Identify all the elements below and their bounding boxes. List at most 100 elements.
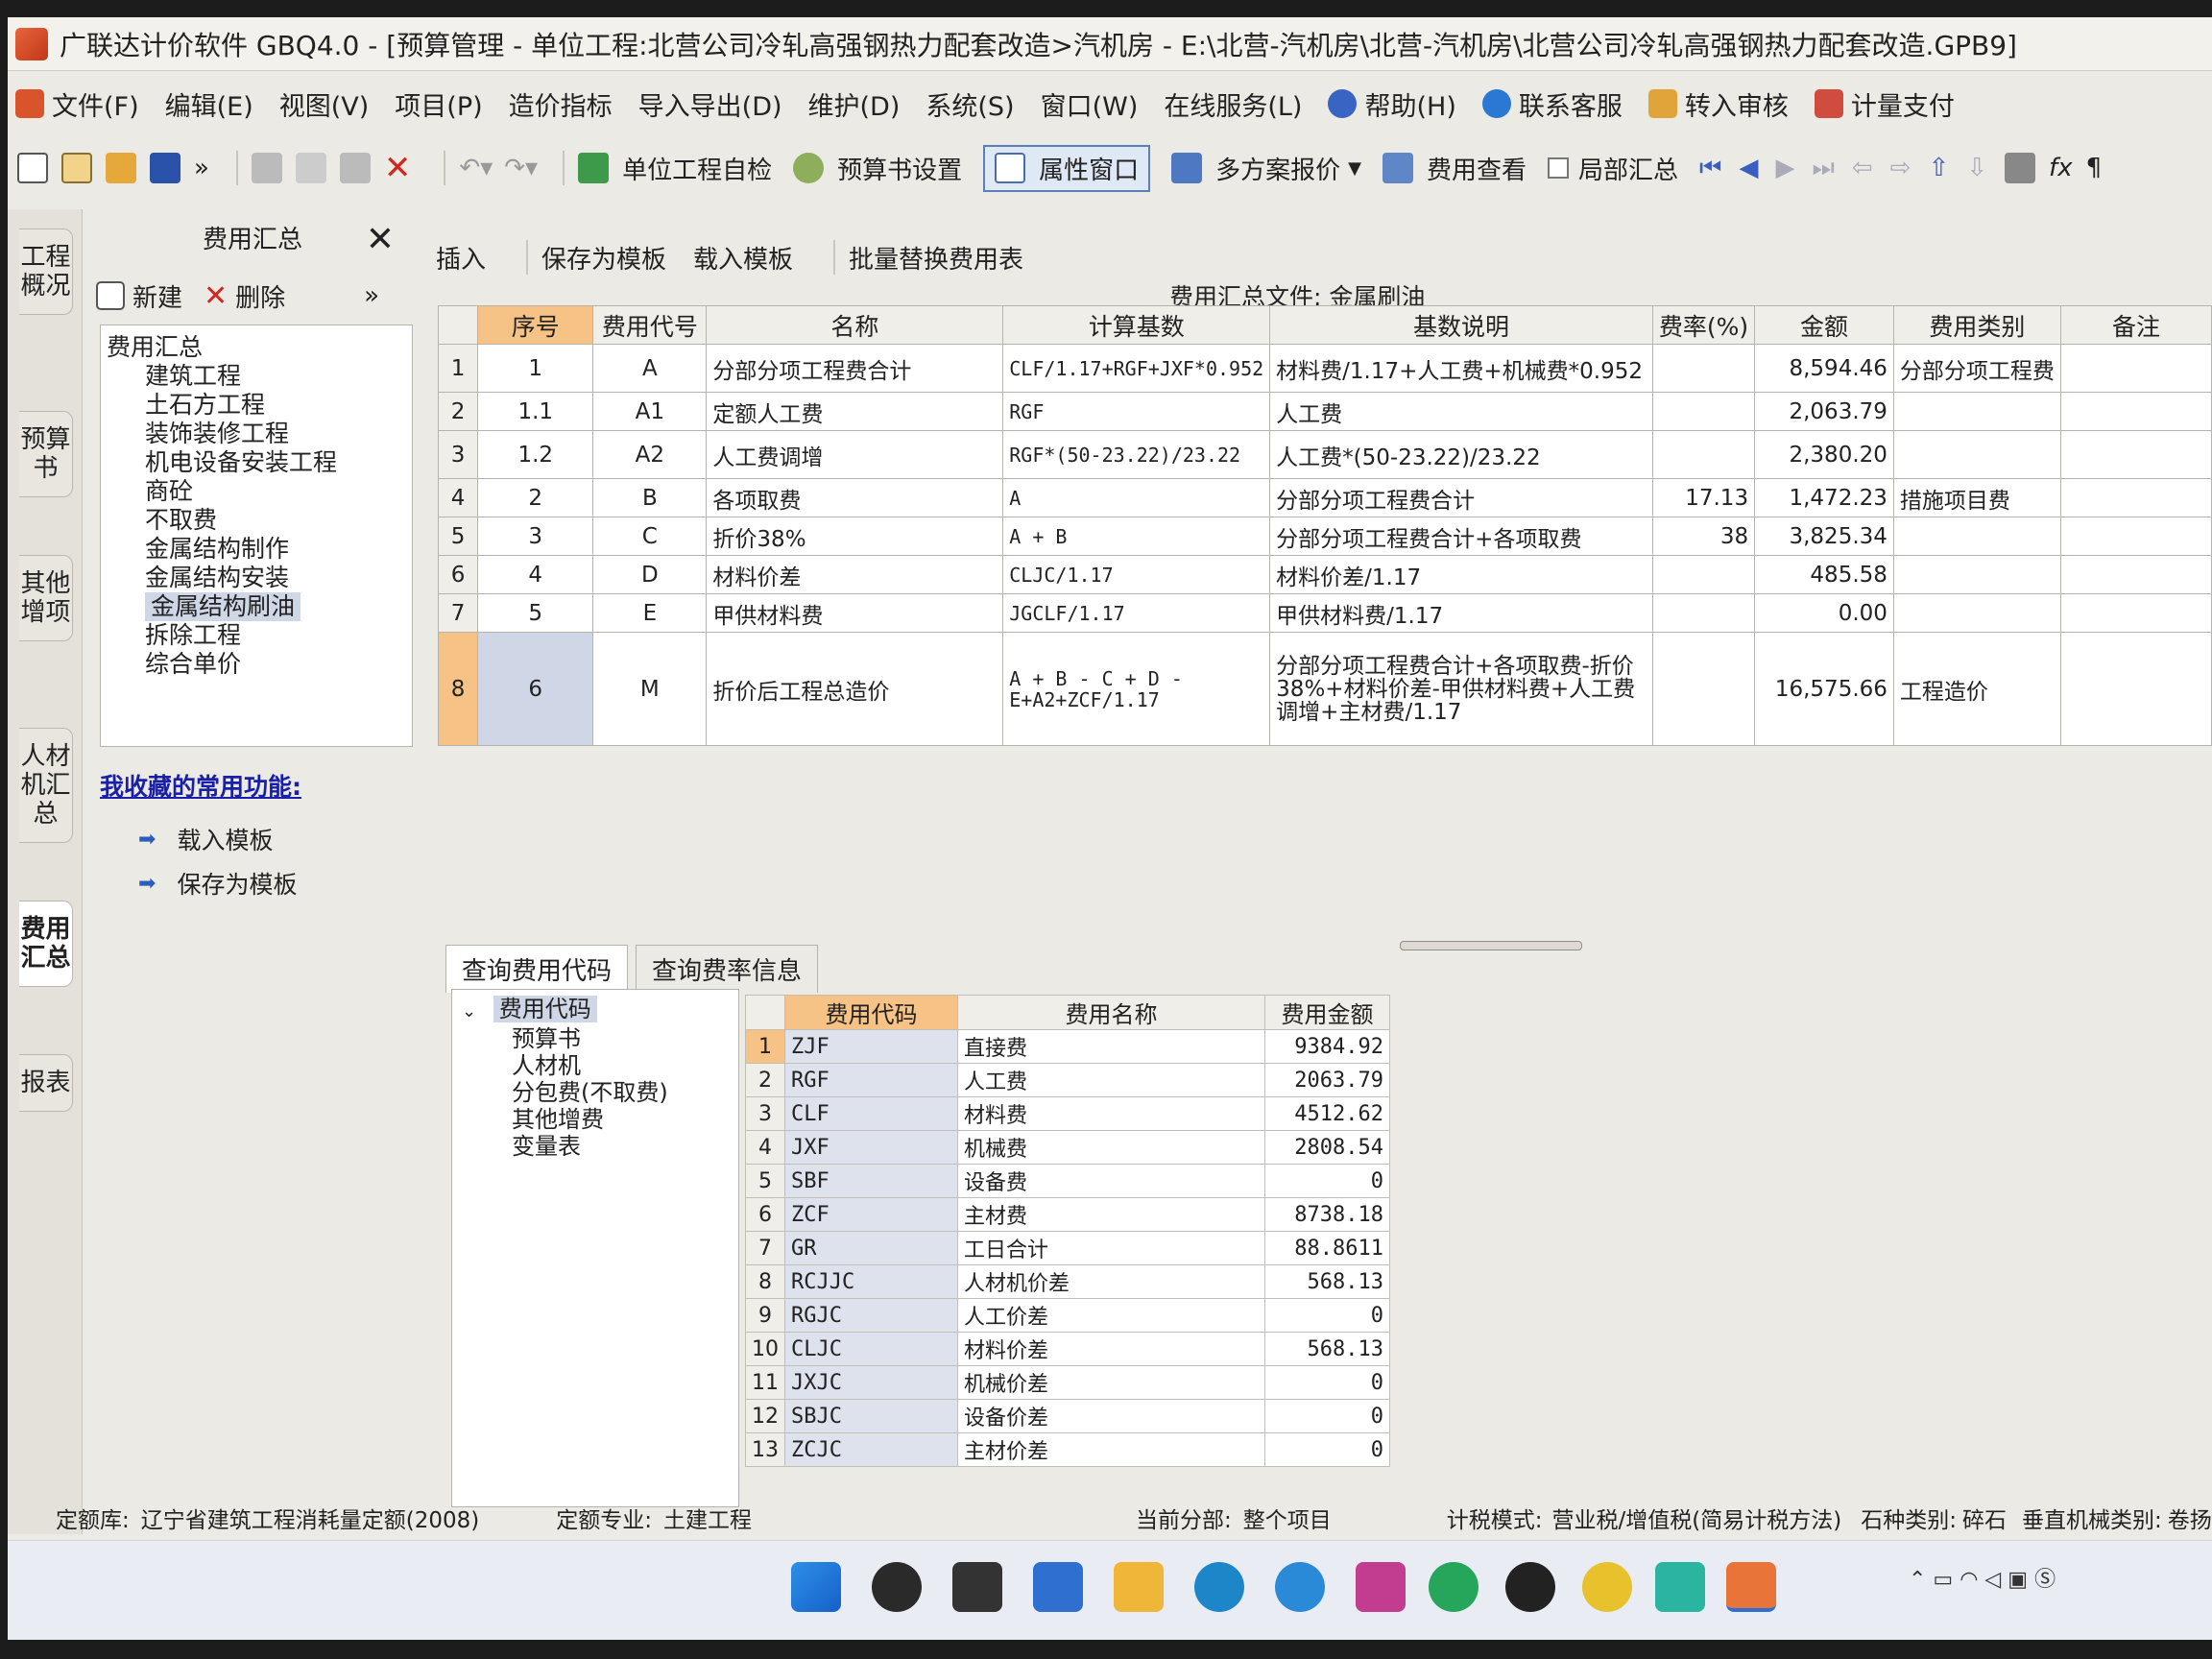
cell-seq[interactable]: 5 <box>477 593 594 633</box>
cell-code[interactable]: B <box>592 478 708 517</box>
load-template-button[interactable]: 载入模板 <box>693 240 793 276</box>
cell-note[interactable] <box>2059 430 2212 479</box>
tab-fee-summary[interactable]: 费用汇总 <box>19 901 73 987</box>
tab-reports[interactable]: 报表 <box>19 1054 73 1112</box>
code-table-row[interactable]: 5 SBF 设备费 0 <box>745 1164 1390 1198</box>
media-app-icon[interactable] <box>1356 1562 1406 1612</box>
menu-contact[interactable]: 联系客服 <box>1481 85 1623 123</box>
code-tree-item[interactable]: 变量表 <box>462 1133 738 1160</box>
copy-icon[interactable] <box>295 153 326 183</box>
tab-query-fee-code[interactable]: 查询费用代码 <box>445 945 629 993</box>
calculator-icon[interactable] <box>2005 153 2036 183</box>
cell-fee-amount[interactable]: 4512.62 <box>1264 1096 1390 1131</box>
row-number[interactable]: 6 <box>745 1197 785 1232</box>
cell-fee-amount[interactable]: 0 <box>1264 1432 1390 1467</box>
cell-base[interactable]: RGF*(50-23.22)/23.22 <box>1002 430 1271 479</box>
code-tree-item[interactable]: 其他增费 <box>462 1106 738 1133</box>
cell-fee-amount[interactable]: 0 <box>1264 1164 1390 1198</box>
table-row[interactable]: 1 1 A 分部分项工程费合计 CLF/1.17+RGF+JXF*0.952 材料费/1.… <box>437 344 2212 393</box>
budget-settings-button[interactable]: 预算书设置 <box>793 151 962 186</box>
code-table-row[interactable]: 10 CLJC 材料价差 568.13 <box>745 1332 1390 1366</box>
previous-record-icon[interactable]: ◀ <box>1739 154 1758 182</box>
cell-fee-name[interactable]: 材料费 <box>957 1096 1265 1131</box>
last-record-icon[interactable]: ⏭ <box>1812 154 1834 183</box>
cell-seq[interactable]: 3 <box>477 517 594 556</box>
cell-base-desc[interactable]: 材料价差/1.17 <box>1269 555 1653 594</box>
cell-seq[interactable]: 4 <box>477 555 594 594</box>
cell-rate[interactable] <box>1651 430 1756 479</box>
row-number[interactable]: 8 <box>437 632 479 746</box>
menu-system[interactable]: 系统(S) <box>926 85 1014 123</box>
col-header-base-desc[interactable]: 基数说明 <box>1269 305 1653 345</box>
cell-name[interactable]: 折价38% <box>706 517 1004 556</box>
col-header-category[interactable]: 费用类别 <box>1892 305 2061 345</box>
cell-category[interactable]: 工程造价 <box>1892 632 2061 746</box>
cell-fee-code[interactable]: ZCF <box>784 1197 958 1232</box>
cell-code[interactable]: E <box>592 593 708 633</box>
row-number[interactable]: 4 <box>437 478 479 517</box>
tree-item[interactable]: 金属结构安装 <box>107 564 412 592</box>
cell-rate[interactable] <box>1651 392 1756 431</box>
cell-fee-name[interactable]: 工日合计 <box>957 1231 1265 1265</box>
row-number[interactable]: 4 <box>745 1130 785 1165</box>
row-number[interactable]: 13 <box>745 1432 785 1467</box>
cell-amount[interactable]: 16,575.66 <box>1754 632 1894 746</box>
row-number[interactable]: 7 <box>745 1231 785 1265</box>
cell-note[interactable] <box>2059 478 2212 517</box>
cell-fee-amount[interactable]: 568.13 <box>1264 1332 1390 1366</box>
cell-base[interactable]: CLF/1.17+RGF+JXF*0.952 <box>1002 344 1271 393</box>
cell-seq[interactable]: 1.1 <box>477 392 594 431</box>
cell-code[interactable]: A2 <box>592 430 708 479</box>
cell-code[interactable]: A <box>592 344 708 393</box>
cell-fee-name[interactable]: 设备价差 <box>957 1399 1265 1433</box>
cell-base[interactable]: A <box>1002 478 1271 517</box>
table-row[interactable]: 6 4 D 材料价差 CLJC/1.17 材料价差/1.17 485.58 <box>437 555 2212 594</box>
code-tree-item[interactable]: 人材机 <box>462 1052 738 1079</box>
cell-category[interactable]: 措施项目费 <box>1892 478 2061 517</box>
col-header-amount[interactable]: 金额 <box>1754 305 1894 345</box>
row-number[interactable]: 2 <box>745 1063 785 1097</box>
cell-amount[interactable]: 1,472.23 <box>1754 478 1894 517</box>
code-table-row[interactable]: 7 GR 工日合计 88.8611 <box>745 1231 1390 1265</box>
cell-fee-name[interactable]: 人工价差 <box>957 1298 1265 1333</box>
cell-amount[interactable]: 2,380.20 <box>1754 430 1894 479</box>
cell-category[interactable] <box>1892 430 2061 479</box>
tab-labor-material-machine[interactable]: 人材机汇总 <box>19 728 73 843</box>
open-file-icon[interactable] <box>61 153 92 183</box>
menu-import-export[interactable]: 导入导出(D) <box>638 85 782 123</box>
menu-window[interactable]: 窗口(W) <box>1041 85 1139 123</box>
tab-other-items[interactable]: 其他增项 <box>19 555 73 641</box>
cell-rate[interactable]: 38 <box>1651 517 1756 556</box>
table-row[interactable]: 4 2 B 各项取费 A 分部分项工程费合计 17.13 1,472.23 措施项目费 <box>437 478 2212 517</box>
col-header-fee-code[interactable]: 费用代码 <box>784 995 958 1030</box>
cell-fee-amount[interactable]: 9384.92 <box>1264 1029 1390 1064</box>
first-record-icon[interactable]: ⏮ <box>1699 154 1721 183</box>
row-number[interactable]: 8 <box>745 1264 785 1299</box>
row-number[interactable]: 10 <box>745 1332 785 1366</box>
undo-icon[interactable]: ↶▾ <box>459 154 493 182</box>
cell-note[interactable] <box>2059 632 2212 746</box>
tab-project-overview[interactable]: 工程概况 <box>19 228 73 315</box>
code-table-row[interactable]: 4 JXF 机械费 2808.54 <box>745 1130 1390 1165</box>
multi-quote-button[interactable]: 多方案报价 ▼ <box>1171 151 1361 186</box>
cell-base-desc[interactable]: 甲供材料费/1.17 <box>1269 593 1653 633</box>
cell-category[interactable] <box>1892 392 2061 431</box>
cell-fee-name[interactable]: 主材费 <box>957 1197 1265 1232</box>
save-icon[interactable] <box>150 153 180 183</box>
cell-category[interactable] <box>1892 555 2061 594</box>
cell-amount[interactable]: 8,594.46 <box>1754 344 1894 393</box>
cell-amount[interactable]: 0.00 <box>1754 593 1894 633</box>
cell-base-desc[interactable]: 人工费 <box>1269 392 1653 431</box>
tree-item[interactable]: 商砼 <box>107 477 412 506</box>
cell-fee-code[interactable]: RGJC <box>784 1298 958 1333</box>
cell-name[interactable]: 定额人工费 <box>706 392 1004 431</box>
move-up-icon[interactable]: ⇧ <box>1928 154 1949 182</box>
cell-note[interactable] <box>2059 593 2212 633</box>
code-table-row[interactable]: 13 ZCJC 主材价差 0 <box>745 1432 1390 1467</box>
expand-more-icon[interactable]: » <box>364 281 379 310</box>
code-tree-item[interactable]: 预算书 <box>462 1025 738 1052</box>
video-player-icon[interactable] <box>1655 1562 1705 1612</box>
tree-item[interactable]: 土石方工程 <box>107 391 412 420</box>
task-view-icon[interactable] <box>952 1562 1002 1612</box>
cell-name[interactable]: 材料价差 <box>706 555 1004 594</box>
